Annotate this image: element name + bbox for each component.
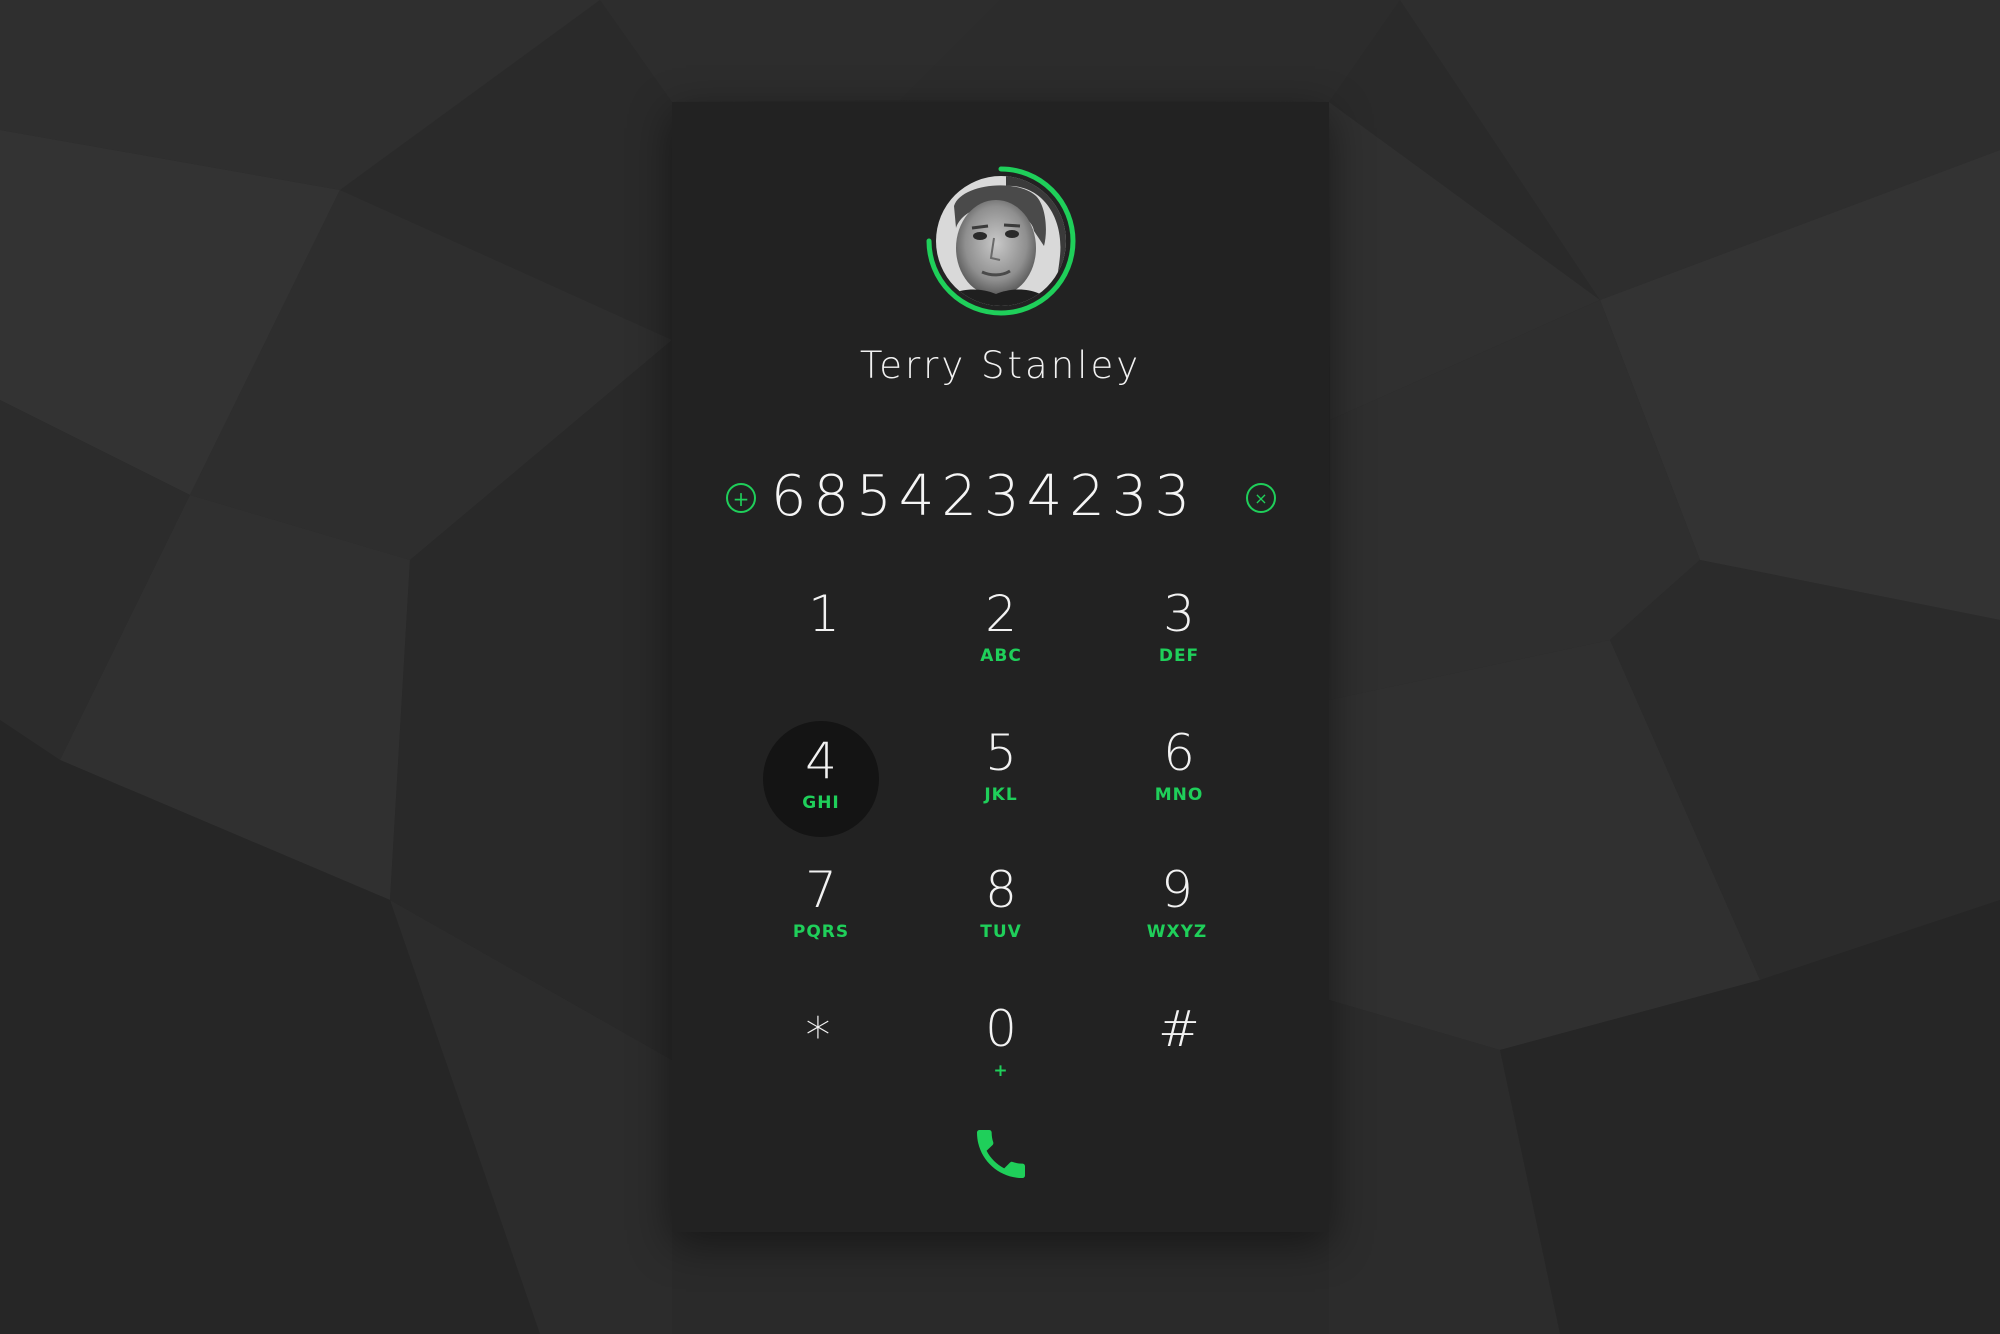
add-contact-button[interactable]: + [726, 483, 756, 513]
key-digit: 8 [985, 861, 1017, 919]
key-0[interactable]: 0 + [943, 989, 1059, 1105]
phone-icon [977, 1130, 1025, 1178]
key-letters: JKL [984, 785, 1018, 805]
dialer-panel: Terry Stanley + 6854234233 × 1 2 ABC 3 D… [672, 102, 1329, 1232]
key-2[interactable]: 2 ABC [943, 574, 1059, 690]
key-digit: 3 [1163, 585, 1195, 643]
call-progress-ring [926, 166, 1076, 316]
key-6[interactable]: 6 MNO [1121, 713, 1237, 829]
key-hash[interactable]: # [1121, 989, 1237, 1105]
key-letters: TUV [980, 922, 1022, 942]
key-9[interactable]: 9 WXYZ [1119, 850, 1235, 966]
key-digit: 4 [805, 732, 837, 790]
key-7[interactable]: 7 PQRS [763, 850, 879, 966]
dialed-number: 6854234233 [770, 464, 1198, 529]
key-digit: # [1158, 1000, 1200, 1058]
key-star[interactable]: * [760, 996, 876, 1112]
key-3[interactable]: 3 DEF [1121, 574, 1237, 690]
key-4[interactable]: 4 GHI [763, 721, 879, 837]
key-digit: 1 [808, 585, 840, 643]
key-letters: PQRS [792, 922, 850, 942]
key-letters: MNO [1154, 785, 1204, 805]
key-digit: * [805, 1007, 831, 1065]
call-button[interactable] [969, 1122, 1033, 1186]
key-digit: 9 [1161, 861, 1193, 919]
key-digit: 0 [985, 1000, 1017, 1058]
key-digit: 6 [1163, 724, 1195, 782]
number-display-row: + 6854234233 × [672, 460, 1329, 540]
key-letters: ABC [980, 646, 1022, 666]
key-8[interactable]: 8 TUV [943, 850, 1059, 966]
contact-avatar[interactable] [924, 164, 1078, 318]
contact-name: Terry Stanley [859, 344, 1142, 387]
key-digit: 2 [985, 585, 1017, 643]
key-letters: DEF [1158, 646, 1200, 666]
clear-number-button[interactable]: × [1246, 483, 1276, 513]
plus-icon: + [732, 487, 750, 511]
key-letters: WXYZ [1146, 922, 1208, 942]
close-icon: × [1254, 489, 1268, 508]
key-digit: 5 [985, 724, 1017, 782]
key-5[interactable]: 5 JKL [943, 713, 1059, 829]
key-letters: + [993, 1061, 1009, 1081]
key-1[interactable]: 1 [766, 574, 882, 690]
key-letters: GHI [802, 793, 840, 813]
key-digit: 7 [805, 861, 837, 919]
